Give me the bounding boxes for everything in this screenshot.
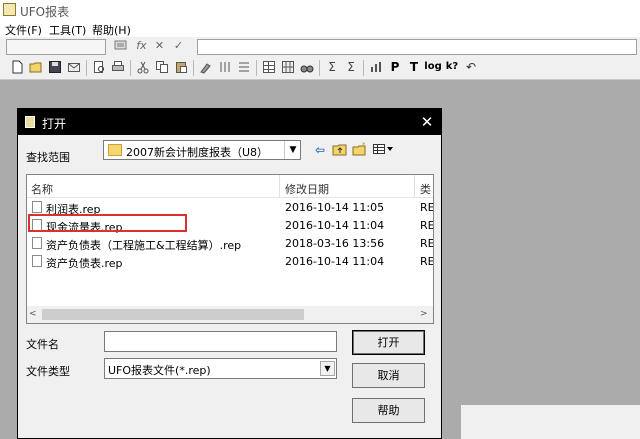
close-icon[interactable]: ✕ [417, 112, 437, 132]
app-title-bar: UFO报表 [0, 0, 640, 20]
back-arrow-icon[interactable]: ⇦ [312, 142, 328, 158]
scrollbar-thumb[interactable] [42, 309, 304, 320]
paste-icon[interactable] [174, 60, 188, 74]
up-folder-icon[interactable] [332, 142, 348, 158]
open-folder-icon[interactable] [29, 60, 43, 74]
column-name-header[interactable]: 名称 [31, 181, 53, 197]
file-name: 资产负债表.rep [46, 257, 123, 270]
file-type: RE [420, 237, 434, 250]
file-modified: 2018-03-16 13:56 [285, 237, 385, 250]
open-button[interactable]: 打开 [352, 330, 425, 355]
file-name-label: 文件名 [26, 338, 59, 351]
undo-icon[interactable]: ↶ [464, 60, 478, 74]
file-type-value: UFO报表文件(*.rep) [108, 364, 211, 377]
help-pointer-icon[interactable]: k? [444, 60, 460, 74]
dialog-title-bar: 打开 ✕ [18, 109, 441, 135]
look-in-value: 2007新会计制度报表（U8） [126, 146, 269, 159]
column-type-header[interactable]: 类 [420, 181, 431, 197]
sigma-icon[interactable]: Σ [344, 60, 358, 74]
cell-name-box[interactable] [6, 39, 106, 55]
dialog-icon [25, 116, 35, 128]
menu-tools[interactable]: 工具(T) [49, 22, 86, 38]
delete-row-icon[interactable] [237, 60, 251, 74]
function-list-icon[interactable] [114, 39, 127, 53]
insert-row-icon[interactable] [218, 60, 232, 74]
menu-file[interactable]: 文件(F) [5, 22, 42, 38]
file-icon [32, 255, 42, 267]
svg-text:*: * [362, 142, 366, 149]
cut-icon[interactable] [136, 60, 150, 74]
cancel-formula-icon[interactable]: ✕ [153, 39, 166, 53]
cancel-button[interactable]: 取消 [352, 363, 425, 388]
t-icon[interactable]: T [407, 60, 421, 74]
help-button[interactable]: 帮助 [352, 398, 425, 423]
grid-icon[interactable] [281, 60, 295, 74]
toolbar: Σ Σ P T log k? ↶ [0, 57, 640, 80]
chart-icon[interactable] [369, 60, 383, 74]
open-dialog: 打开 ✕ 查找范围 2007新会计制度报表（U8） ▼ ⇦ * ^ 名称 修改日… [17, 108, 442, 439]
file-name-input[interactable] [104, 331, 337, 352]
app-title: UFO报表 [20, 5, 70, 19]
menu-bar: 文件(F) 工具(T) 帮助(H) [0, 20, 640, 38]
sum-icon[interactable]: Σ [325, 60, 339, 74]
file-list: ^ 名称 修改日期 类 利润表.rep 2016-10-14 11:05 RE … [26, 174, 434, 324]
column-modified-header[interactable]: 修改日期 [285, 181, 329, 197]
fx-icon[interactable]: fx [135, 39, 148, 53]
dialog-title: 打开 [42, 117, 67, 131]
look-in-dropdown[interactable]: 2007新会计制度报表（U8） ▼ [103, 140, 301, 160]
print-preview-icon[interactable] [92, 60, 106, 74]
chevron-down-icon[interactable]: ▼ [320, 361, 335, 376]
file-row[interactable]: 资产负债表.rep 2016-10-14 11:04 RE [27, 253, 433, 270]
background-area [461, 405, 640, 439]
file-name: 资产负债表（工程施工&工程结算）.rep [46, 239, 242, 252]
scroll-right-icon[interactable]: > [420, 309, 428, 319]
file-modified: 2016-10-14 11:04 [285, 219, 385, 232]
new-folder-icon[interactable]: * [352, 141, 368, 158]
confirm-formula-icon[interactable]: ✓ [172, 39, 185, 53]
file-icon [32, 201, 42, 213]
table-icon[interactable] [262, 60, 276, 74]
format-brush-icon[interactable] [199, 60, 213, 74]
log-icon[interactable]: log [424, 60, 442, 74]
scroll-left-icon[interactable]: < [29, 309, 37, 319]
formula-bar: fx ✕ ✓ [0, 37, 640, 58]
view-menu-icon[interactable] [372, 142, 394, 158]
find-icon[interactable] [300, 60, 314, 74]
p-icon[interactable]: P [388, 60, 402, 74]
file-modified: 2016-10-14 11:04 [285, 255, 385, 268]
save-icon[interactable] [48, 60, 62, 74]
app-icon [3, 3, 16, 16]
folder-icon [108, 144, 122, 156]
mail-icon[interactable] [67, 60, 81, 74]
file-icon [32, 237, 42, 249]
print-icon[interactable] [111, 60, 125, 74]
file-modified: 2016-10-14 11:05 [285, 201, 385, 214]
new-file-icon[interactable] [10, 60, 24, 74]
formula-input[interactable] [197, 39, 637, 55]
chevron-down-icon[interactable]: ▼ [284, 141, 301, 159]
file-type: RE [420, 201, 434, 214]
copy-icon[interactable] [155, 60, 169, 74]
sort-up-icon: ^ [147, 174, 155, 182]
horizontal-scrollbar[interactable]: < > [27, 306, 433, 323]
list-header: ^ 名称 修改日期 类 [27, 175, 433, 198]
file-type-select[interactable]: UFO报表文件(*.rep) ▼ [104, 358, 337, 379]
file-type: RE [420, 219, 434, 232]
file-type-label: 文件类型 [26, 365, 70, 378]
highlight-box [28, 214, 187, 232]
file-row[interactable]: 资产负债表（工程施工&工程结算）.rep 2018-03-16 13:56 RE [27, 235, 433, 252]
menu-help[interactable]: 帮助(H) [92, 22, 131, 38]
look-in-label: 查找范围 [26, 151, 70, 164]
file-type: RE [420, 255, 434, 268]
